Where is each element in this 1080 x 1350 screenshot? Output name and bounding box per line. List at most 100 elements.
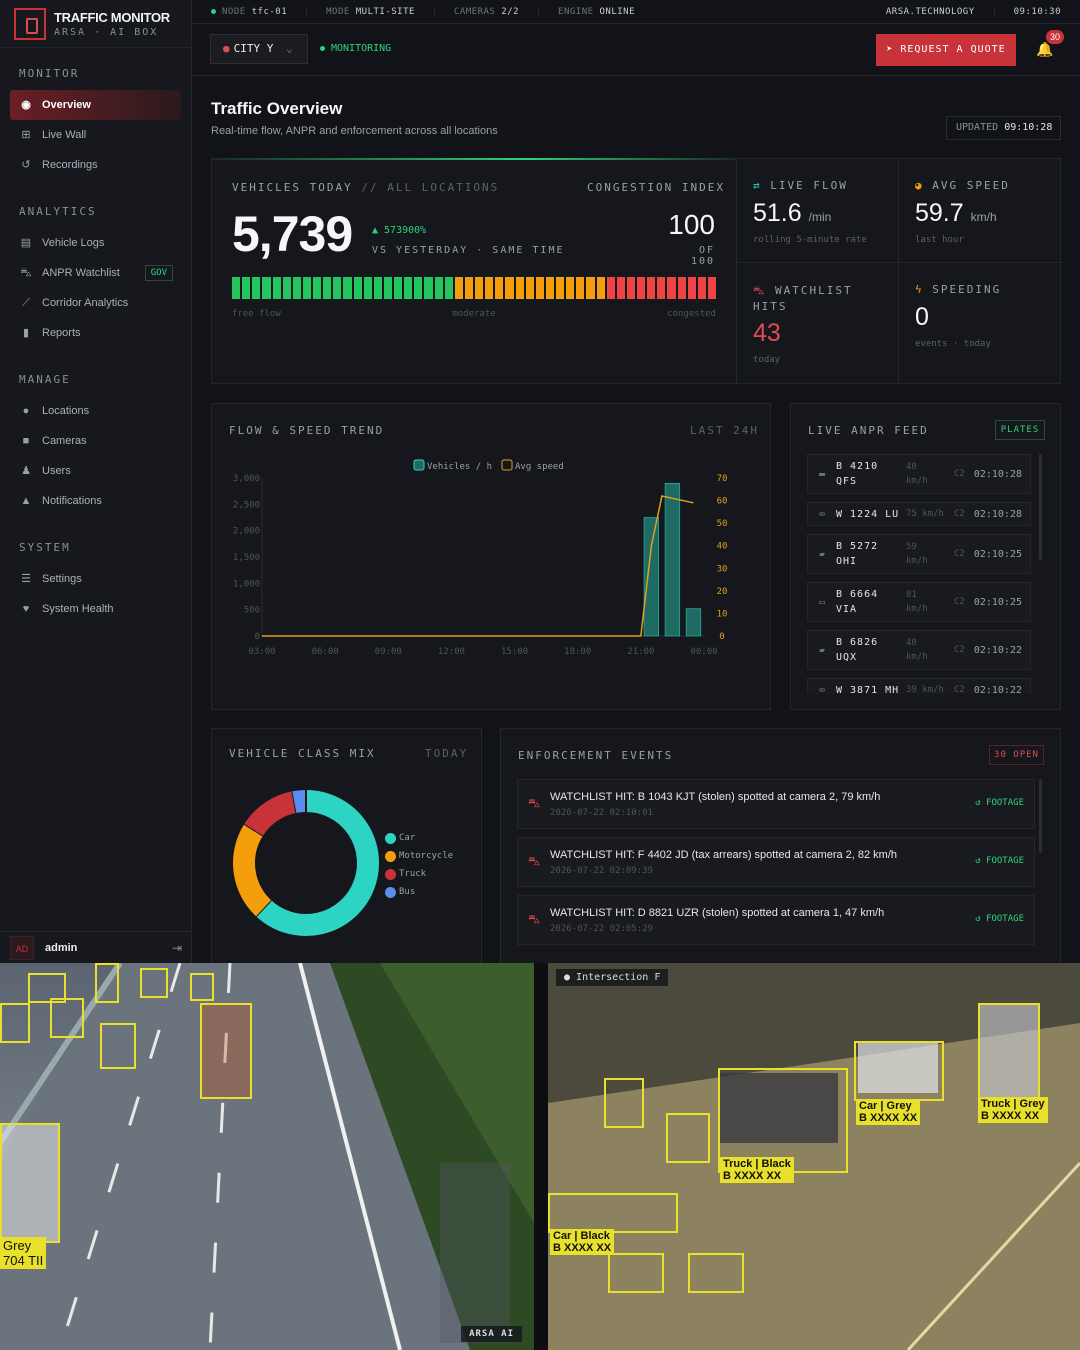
plates-button[interactable]: PLATES (995, 420, 1045, 440)
history-icon: ↺ (21, 159, 31, 171)
vehicles-today-label: VEHICLES TODAY // ALL LOCATIONS (232, 181, 499, 194)
logout-icon[interactable]: ⇥ (172, 941, 182, 955)
camera-feed-1[interactable]: Grey 704 TII ARSA AI (0, 963, 534, 1350)
scale-free: free flow (232, 309, 281, 319)
anpr-row[interactable]: ∞ W 1224 LU 75 km/h C2 02:10:28 (807, 502, 1031, 526)
legend-label: Avg speed (515, 462, 564, 472)
speedometer-icon: ◕ (915, 179, 924, 192)
sidebar-item-system-health[interactable]: ♥ System Health (10, 594, 181, 624)
live-flow-number: 51.6 (753, 199, 802, 227)
y2-tick-label: 60 (717, 497, 728, 507)
camera-2-name: Intersection F (576, 972, 661, 983)
congestion-segment (556, 277, 565, 299)
page-subtitle: Real-time flow, ANPR and enforcement acr… (211, 125, 498, 137)
legend-item: Truck (385, 865, 453, 883)
request-quote-button[interactable]: ➤ REQUEST A QUOTE (876, 34, 1016, 66)
legend-dot (385, 850, 396, 862)
congestion-segment (535, 277, 544, 299)
sidebar-item-overview[interactable]: ◉ Overview (10, 90, 181, 120)
city-select[interactable]: ● CITY Y ⌄ (210, 34, 308, 64)
live-flow-label: ⇄ LIVE FLOW (753, 179, 848, 192)
footage-link[interactable]: ↺ FOOTAGE (975, 798, 1024, 808)
sidebar-item-settings[interactable]: ☰ Settings (10, 564, 181, 594)
sidebar-item-corridor-analytics[interactable]: ⟋ Corridor Analytics (10, 288, 181, 318)
sidebar-item-label: Locations (42, 405, 90, 417)
kpi-panel: VEHICLES TODAY // ALL LOCATIONS CONGESTI… (211, 158, 1062, 385)
sidebar-item-reports[interactable]: ▮ Reports (10, 318, 181, 348)
clock: 09:10:30 (995, 6, 1080, 18)
node-value: tfc-01 (251, 6, 288, 17)
vehicle-bbox (100, 1023, 136, 1069)
car-icon: ▰ (818, 644, 826, 656)
clock-value: 09:10:30 (1013, 6, 1061, 17)
node-status: NODE tfc-01 (192, 5, 308, 18)
anpr-row[interactable]: ∞ W 3871 MH 39 km/h C2 02:10:22 (807, 678, 1031, 694)
grid-icon: ⊞ (21, 129, 31, 141)
chevron-down-icon: ⌄ (286, 42, 293, 55)
y2-tick-label: 10 (717, 609, 728, 619)
legend-label: Bus (399, 887, 416, 897)
scale-congested: congested (667, 309, 716, 319)
file-icon: ▮ (22, 327, 30, 339)
mix-legend: Car Motorcycle Truck Bus (385, 829, 453, 901)
car-alert-icon: ⛍ (528, 912, 541, 926)
tag-text: 704 TII (3, 1253, 44, 1268)
y2-tick-label: 40 (717, 542, 728, 552)
congestion-segment (272, 277, 281, 299)
enforcement-scrollbar[interactable] (1039, 779, 1042, 853)
enforcement-event-row[interactable]: ⛍ WATCHLIST HIT: F 4402 JD (tax arrears) … (517, 837, 1035, 887)
table-icon: ▤ (20, 237, 32, 249)
trend-title: FLOW & SPEED TREND (229, 424, 385, 437)
congestion-segment (343, 277, 352, 299)
enforcement-event-row[interactable]: ⛍ WATCHLIST HIT: D 8821 UZR (stolen) spot… (517, 895, 1035, 945)
feed-scrollbar[interactable] (1039, 454, 1042, 560)
anpr-row[interactable]: ▰ B 6826 UQX 40 km/h C2 02:10:22 (807, 630, 1031, 670)
congestion-bar (232, 277, 716, 299)
plate-number: B 6826 UQX (836, 637, 879, 663)
vehicle-speed: 75 km/h (906, 509, 944, 519)
sidebar-item-label: Recordings (42, 159, 98, 171)
sidebar-item-recordings[interactable]: ↺ Recordings (10, 150, 181, 180)
sidebar-item-cameras[interactable]: ■ Cameras (10, 426, 181, 456)
congestion-value: 100 (668, 209, 715, 240)
congestion-scale: free flow moderate congested (232, 309, 716, 319)
sidebar-item-anpr-watchlist[interactable]: ⛍ ANPR Watchlist GOV (10, 258, 181, 288)
camera-icon: ■ (22, 435, 30, 447)
footage-link[interactable]: ↺ FOOTAGE (975, 856, 1024, 866)
congestion-segment (707, 277, 716, 299)
plate-number: W 1224 LU (836, 508, 900, 520)
header: ● CITY Y ⌄ MONITORING ➤ REQUEST A QUOTE 🔔… (192, 24, 1080, 76)
anpr-feed-list[interactable]: ▬ B 4210 QFS 40 km/h C2 02:10:28 ∞ W 1224 LU 75… (807, 454, 1031, 694)
capture-time: 02:10:22 (973, 684, 1022, 695)
legend-label: Vehicles / h (427, 462, 492, 472)
sidebar-item-live-wall[interactable]: ⊞ Live Wall (10, 120, 181, 150)
car-label-tag: Grey 704 TII (0, 1237, 47, 1269)
sidebar-item-vehicle-logs[interactable]: ▤ Vehicle Logs (10, 228, 181, 258)
heart-pulse-icon: ♥ (22, 603, 30, 615)
sidebar-item-notifications[interactable]: ▲ Notifications (10, 486, 181, 516)
accent-line (212, 158, 736, 160)
footage-link[interactable]: ↺ FOOTAGE (975, 914, 1024, 924)
event-text: WATCHLIST HIT: B 1043 KJT (stolen) spott… (550, 791, 881, 803)
tag-text: Grey (3, 1238, 32, 1253)
congestion-segment (252, 277, 261, 299)
tag-text: Truck | Black (723, 1158, 791, 1170)
vehicles-delta: ▲ 573900% (372, 225, 427, 236)
brand: TRAFFIC MONITOR ARSA · AI BOX (0, 0, 191, 48)
sidebar-item-locations[interactable]: ● Locations (10, 396, 181, 426)
truck-label-tag: Truck | Grey B XXXX XX (978, 1097, 1048, 1123)
enforcement-event-row[interactable]: ⛍ WATCHLIST HIT: B 1043 KJT (stolen) spot… (517, 779, 1035, 829)
live-flow-unit: /min (808, 210, 832, 224)
anpr-row[interactable]: ▬ B 4210 QFS 40 km/h C2 02:10:28 (807, 454, 1031, 494)
live-flow-sub: rolling 5-minute rate (753, 235, 867, 245)
congestion-segment (404, 277, 413, 299)
camera-feed-2[interactable]: ● Intersection F Truck | Black B XXXX XX … (548, 963, 1080, 1350)
truck-icon: ▬ (818, 468, 826, 480)
sidebar-item-users[interactable]: ♟ Users (10, 456, 181, 486)
congestion-segment (414, 277, 423, 299)
vehicles-bar (685, 608, 702, 637)
line-chart-icon: ⟋ (22, 297, 30, 309)
anpr-row[interactable]: ▭ B 6664 VIA 81 km/h C2 02:10:25 (807, 582, 1031, 622)
anpr-row[interactable]: ▰ B 5272 OHI 59 km/h C2 02:10:25 (807, 534, 1031, 574)
congestion-segment (637, 277, 646, 299)
